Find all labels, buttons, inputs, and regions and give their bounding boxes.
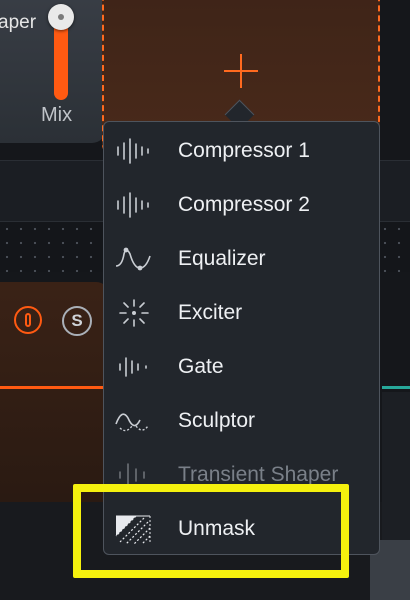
mix-slider-knob[interactable]: [48, 4, 74, 30]
orange-divider: [0, 386, 106, 389]
mix-label: Mix: [41, 104, 73, 126]
sculptor-icon: [115, 413, 149, 432]
exciter-icon: [119, 299, 149, 327]
menu-item-label: Exciter: [178, 301, 243, 324]
menu-item-label: Compressor 2: [178, 193, 310, 216]
highlight-box: [73, 484, 349, 578]
teal-divider: [382, 386, 410, 389]
menu-item-exciter[interactable]: Exciter: [104, 286, 379, 340]
menu-item-compressor-1[interactable]: Compressor 1: [104, 124, 379, 178]
menu-item-gate[interactable]: Gate: [104, 340, 379, 394]
menu-item-label: Sculptor: [178, 409, 256, 432]
compressor-icon: [117, 192, 149, 218]
gate-icon: [119, 357, 147, 377]
menu-item-label: Compressor 1: [178, 139, 310, 162]
module-title: aper: [0, 12, 37, 33]
menu-item-equalizer[interactable]: Equalizer: [104, 232, 379, 286]
plus-icon[interactable]: [222, 52, 260, 90]
compressor-icon: [117, 138, 149, 164]
menu-item-sculptor[interactable]: Sculptor: [104, 394, 379, 448]
equalizer-icon: [115, 247, 151, 271]
right-panel: [382, 392, 410, 542]
menu-item-label: Equalizer: [178, 247, 266, 270]
power-button[interactable]: [14, 306, 42, 334]
menu-item-compressor-2[interactable]: Compressor 2: [104, 178, 379, 232]
menu-item-label: Gate: [178, 355, 224, 378]
solo-button[interactable]: S: [62, 306, 92, 336]
